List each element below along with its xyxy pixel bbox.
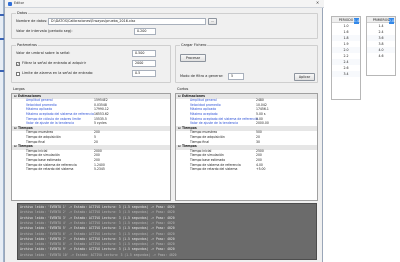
alarm-checkbox[interactable] — [16, 72, 20, 76]
list-item[interactable]: 3.4 — [332, 71, 360, 77]
log-line: Archivo leído: 'EVENTO 10' -> Estado: AC… — [20, 252, 177, 257]
property-name: Tiempo base estimado — [26, 157, 62, 162]
threshold-label: Valor de umbral sobre la señal: — [16, 51, 71, 55]
category-toggle-icon[interactable]: ⊟ — [178, 126, 181, 130]
parameters-group: Parámetros Valor de umbral sobre la seña… — [11, 43, 171, 83]
property-value: 5.00 s — [256, 111, 266, 116]
grid-category-title: Tiempos — [182, 144, 197, 149]
load-file-group: Cargar Fichero Procesar Modo de filtro a… — [175, 43, 318, 83]
property-name: Tiempo de adquisición — [190, 134, 225, 139]
category-toggle-icon[interactable]: ⊟ — [178, 94, 181, 98]
property-value: 16553.62 — [94, 111, 109, 116]
browse-button[interactable]: ... — [208, 18, 217, 25]
parameters-group-label: Parámetros — [16, 43, 38, 48]
category-toggle-icon[interactable]: ⊟ — [14, 145, 17, 148]
property-name: Tiempo de adquisición — [26, 134, 61, 139]
property-value: +5.00 — [256, 167, 266, 172]
window-title: Editor — [14, 1, 25, 5]
data-group-label: Datos — [16, 11, 29, 16]
property-name: Máximo aceptado del sistema de referenci… — [26, 111, 94, 116]
path-input[interactable]: D:\DATOS\Calibraciones\Ensayos\prueba_20… — [48, 18, 206, 25]
left-table-label: Largos — [13, 87, 25, 91]
left-property-grid[interactable]: ⊟ Estimaciones Amplitud general 15954E2 Velo… — [11, 93, 171, 201]
property-value: 2000.00 — [256, 121, 269, 126]
property-name: Tiempo de retardo del sistema — [190, 167, 238, 172]
apply-button[interactable]: Aplicar — [294, 73, 315, 81]
mode-label: Modo de filtro a generar: — [180, 74, 224, 78]
category-toggle-icon[interactable]: ⊟ — [14, 94, 17, 98]
property-value: 15954E2 — [94, 98, 108, 103]
property-value: 5 — [94, 134, 96, 139]
log-line: Archivo leído: 'EVENTO 6' -> Estado: ACT… — [20, 231, 175, 236]
log-line: Archivo leído: 'EVENTO 1' -> Estado: ACT… — [20, 205, 175, 209]
title-bar: Editor ✕ — [5, 0, 324, 8]
path-label: Nombre de datos: — [16, 19, 48, 23]
load-file-group-label: Cargar Fichero — [180, 43, 208, 48]
alarm-checkbox-label: Limite de alarma en la señal de entrada: — [22, 71, 94, 75]
filter-checkbox[interactable]: ✓ — [16, 62, 20, 66]
mode-select[interactable]: 5 — [228, 73, 244, 80]
property-name: Amplitud general — [26, 98, 53, 103]
property-name: Amplitud general — [190, 98, 217, 103]
property-value: 20 — [256, 134, 260, 139]
process-button[interactable]: Procesar — [180, 54, 206, 62]
period-list[interactable]: PERIODO 1.0 1.4 1.6 1.8 1.9 2.0 2.2 2.4 2.6 3.4 — [331, 16, 361, 100]
list-item[interactable]: 2.0 — [388, 18, 394, 24]
right-table-label: Cortos — [177, 87, 189, 91]
log-line: Archivo leído: 'EVENTO 2' -> Estado: ACT… — [20, 210, 175, 215]
console-log[interactable]: Archivo leído: 'EVENTO 1' -> Estado: ACT… — [17, 203, 317, 260]
property-value: 30 — [256, 139, 260, 144]
period-input[interactable]: 0.200 — [134, 28, 156, 35]
property-value: 5.2345 — [94, 167, 105, 172]
property-name: Valor de ajuste de la tendencia — [190, 121, 239, 126]
log-line: Archivo leído: 'EVENTO 7' -> Estado: ACT… — [20, 236, 175, 241]
filter-value-input[interactable]: 2000 — [132, 60, 156, 67]
right-property-grid[interactable]: ⊟ Estimaciones Amplitud general 2480 Velocid… — [175, 93, 318, 201]
grid-property-row[interactable]: Tiempo de retardo del sistema 5.2345 — [12, 168, 170, 173]
property-name: Valor de ajuste de la tendencia — [26, 121, 75, 126]
grid-category-title: Tiempos — [18, 144, 33, 149]
log-line: Archivo leído: 'EVENTO 3' -> Estado: ACT… — [20, 215, 175, 220]
log-line: Archivo leído: 'EVENTO 9' -> Estado: ACT… — [20, 247, 175, 252]
app-icon — [8, 2, 12, 6]
property-value: 5 cycles — [94, 121, 107, 126]
list-item[interactable]: 1.4 — [353, 18, 359, 24]
close-icon[interactable]: ✕ — [314, 1, 321, 7]
property-value: 200 — [94, 157, 100, 162]
data-group: Datos Nombre de datos: D:\DATOS\Calibrac… — [11, 11, 318, 39]
property-name: Tiempo de retardo del sistema — [26, 167, 74, 172]
alarm-value-input[interactable]: 0.5 — [132, 70, 156, 77]
list-item[interactable]: 4.6 — [367, 53, 395, 59]
category-toggle-icon[interactable]: ⊟ — [14, 126, 17, 130]
log-line: Archivo leído: 'EVENTO 8' -> Estado: ACT… — [20, 242, 175, 247]
threshold-input[interactable]: 0.500 — [132, 50, 156, 57]
primeros-list[interactable]: PRIMEROS 1.4 2.0 2.4 3.6 3.8 4.0 4.6 — [366, 16, 396, 76]
filter-checkbox-label: Filtrar la señal de entrada al adquirir — [22, 61, 87, 65]
property-value: 2480 — [256, 98, 264, 103]
property-value: 20 — [94, 139, 98, 144]
grid-property-row[interactable]: Tiempo de retardo del sistema +5.00 — [176, 168, 317, 173]
property-value: 200 — [256, 157, 262, 162]
category-toggle-icon[interactable]: ⊟ — [178, 145, 181, 148]
log-line: Archivo leído: 'EVENTO 4' -> Estado: ACT… — [20, 220, 175, 225]
period-label: Valor de intervalo (periodo seg): — [16, 29, 73, 33]
log-line: Archivo leído: 'EVENTO 5' -> Estado: ACT… — [20, 226, 175, 231]
property-name: Máximo aceptado — [190, 111, 218, 116]
property-name: Tiempo base estimado — [190, 157, 226, 162]
